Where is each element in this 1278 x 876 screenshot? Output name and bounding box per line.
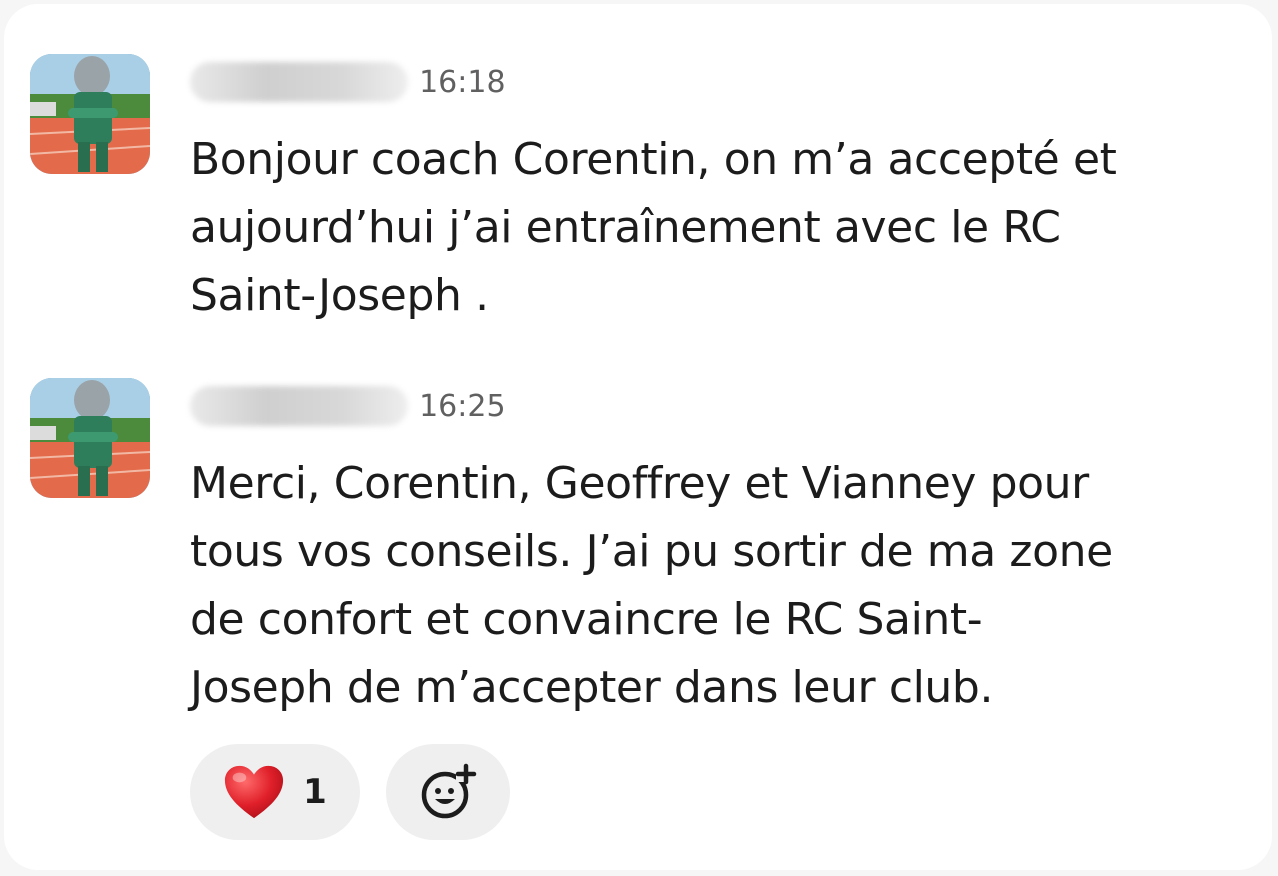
message-thread: 16:18 Bonjour coach Corentin, on m’a acc…	[4, 4, 1272, 870]
message-line: Saint-Joseph .	[190, 270, 489, 321]
reaction-count: 1	[303, 772, 327, 812]
message-text: Merci, Corentin, Geoffrey et Vianney pou…	[190, 450, 1270, 722]
add-reaction-button[interactable]	[386, 744, 510, 840]
message-text: Bonjour coach Corentin, on m’a accepté e…	[190, 126, 1270, 330]
reaction-heart-button[interactable]: 1	[190, 744, 360, 840]
avatar-image	[30, 54, 150, 174]
message-line: Merci, Corentin, Geoffrey et Vianney pou…	[190, 458, 1089, 509]
sender-name-redacted[interactable]	[190, 386, 408, 426]
avatar[interactable]	[30, 54, 150, 174]
message-line: tous vos conseils. J’ai pu sortir de ma …	[190, 526, 1113, 577]
message-line: aujourd’hui j’ai entraînement avec le RC	[190, 202, 1061, 253]
message-header: 16:25	[190, 386, 506, 436]
avatar-image	[30, 378, 150, 498]
sender-name-redacted[interactable]	[190, 62, 408, 102]
message-line: Bonjour coach Corentin, on m’a accepté e…	[190, 134, 1117, 185]
timestamp[interactable]: 16:25	[419, 389, 505, 424]
message-header: 16:18	[190, 62, 506, 112]
heart-emoji-icon	[225, 765, 284, 819]
add-reaction-icon	[421, 763, 477, 819]
message-line: de confort et convaincre le RC Saint-	[190, 594, 983, 645]
message-line: Joseph de m’accepter dans leur club.	[190, 662, 994, 713]
timestamp[interactable]: 16:18	[419, 65, 505, 100]
avatar[interactable]	[30, 378, 150, 498]
